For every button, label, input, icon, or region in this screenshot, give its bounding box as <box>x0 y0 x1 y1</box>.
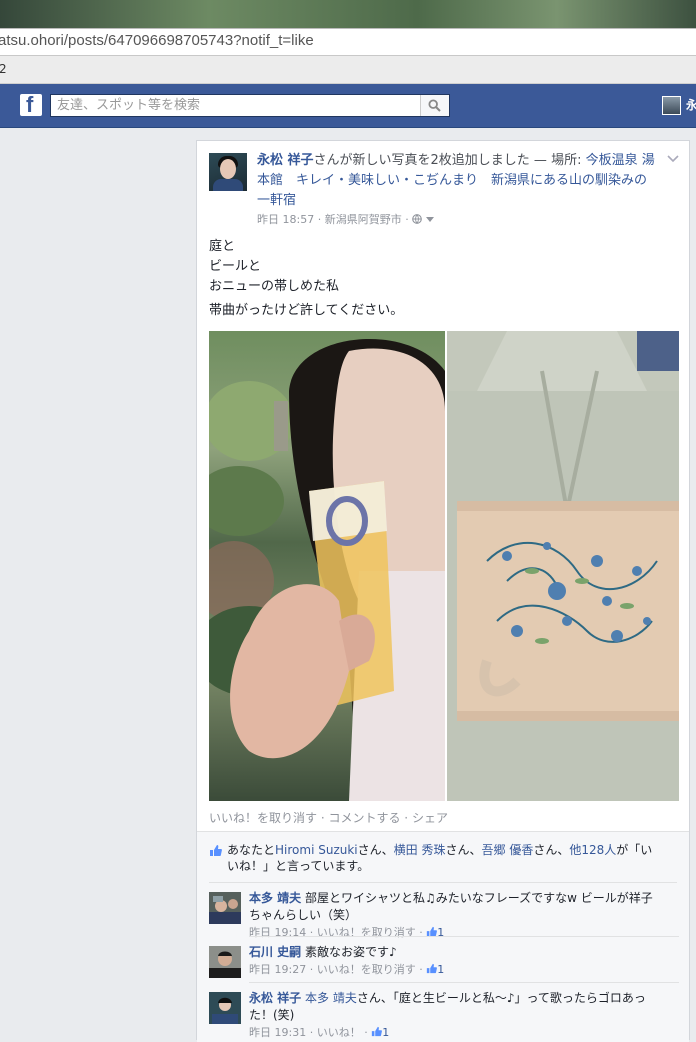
comment-text: 素敵なお姿です♪ <box>305 945 397 959</box>
globe-icon[interactable] <box>412 214 423 224</box>
post-text-line: ビールと <box>209 259 262 274</box>
search-box <box>50 94 450 117</box>
comment-like-count[interactable]: 1 <box>437 963 444 976</box>
divider <box>249 936 679 937</box>
browser-top-strip <box>0 0 696 28</box>
comment-unlike-link[interactable]: いいね！を取り消す <box>317 963 416 976</box>
thumbs-up-icon <box>372 1026 383 1037</box>
divider <box>209 882 677 883</box>
comment-like-count[interactable]: 1 <box>437 926 444 939</box>
comment-time[interactable]: 昨日 19:27 <box>249 963 306 976</box>
feedback-section: あなたとHiromi Suzukiさん、横田 秀珠さん、吾郷 優香さん、他128… <box>197 831 689 1042</box>
share-link[interactable]: シェア <box>412 811 448 825</box>
liker-name[interactable]: 横田 秀珠 <box>394 843 446 857</box>
post-text-line: おニューの帯しめた私 <box>209 279 340 294</box>
post-text-line: 庭と <box>209 239 236 254</box>
bookmark-bar: 2 <box>0 56 696 84</box>
comment-unlike-link[interactable]: いいね！を取り消す <box>317 926 416 939</box>
comment-text: 部屋とワイシャツと私♫みたいなフレーズですなw ビールが祥子ちゃんらしい（笑） <box>249 891 653 922</box>
photo-kimono-obi[interactable] <box>447 331 679 801</box>
commenter-avatar[interactable] <box>209 892 241 924</box>
comment-body: 本多 靖夫 部屋とワイシャツと私♫みたいなフレーズですなw ビールが祥子ちゃんら… <box>249 890 659 941</box>
post-options-icon[interactable] <box>667 155 679 163</box>
comment-body: 永松 祥子 本多 靖夫さん、「庭と生ビールと私〜♪」って歌ったらゴロあった！(笑… <box>249 990 659 1041</box>
facebook-top-bar: f 永 <box>0 84 696 128</box>
search-button[interactable] <box>420 95 449 116</box>
commenter-avatar[interactable] <box>209 946 241 978</box>
commenter-avatar[interactable] <box>209 992 241 1024</box>
author-avatar[interactable] <box>209 153 247 191</box>
liker-name[interactable]: Hiromi Suzuki <box>275 843 358 857</box>
post-time[interactable]: 昨日 18:57 <box>257 213 314 226</box>
post-card: 永松 祥子さんが新しい写真を2枚追加しました — 場所: 今板温泉 湯本館 キレ… <box>196 140 690 1042</box>
facebook-logo-icon[interactable]: f <box>20 92 42 117</box>
others-likers-link[interactable]: 他128人 <box>569 843 616 857</box>
tab-fragment[interactable]: 2 <box>0 62 7 76</box>
thumbs-up-icon <box>210 845 222 856</box>
commenter-name[interactable]: 本多 靖夫 <box>249 891 301 905</box>
author-name[interactable]: 永松 祥子 <box>257 153 314 168</box>
post-text-line: 帯曲がったけど許してください。 <box>209 303 404 318</box>
thumbs-up-icon <box>427 963 438 974</box>
likes-summary: あなたとHiromi Suzukiさん、横田 秀珠さん、吾郷 優香さん、他128… <box>209 842 659 874</box>
comment-meta: 昨日 19:27 · いいね！を取り消す · 1 <box>249 963 445 976</box>
post-actions: いいね！を取り消す · コメントする · シェア <box>209 811 448 825</box>
user-avatar[interactable] <box>662 96 681 115</box>
comment-time[interactable]: 昨日 19:14 <box>249 926 306 939</box>
commenter-name[interactable]: 石川 史嗣 <box>249 945 301 959</box>
chevron-down-icon[interactable] <box>425 217 434 223</box>
liker-name[interactable]: 吾郷 優香 <box>482 843 534 857</box>
post-location[interactable]: 新潟県阿賀野市 <box>325 213 402 226</box>
photo-selfie-illustration <box>209 338 445 801</box>
post-text: 庭と ビールと おニューの帯しめた私 帯曲がったけど許してください。 <box>209 237 403 321</box>
unlike-link[interactable]: いいね！を取り消す <box>209 811 317 825</box>
commenter-name[interactable]: 永松 祥子 <box>249 991 301 1005</box>
post-meta: 昨日 18:57 · 新潟県阿賀野市 · <box>257 211 434 227</box>
comment-meta: 昨日 19:14 · いいね！を取り消す · 1 <box>249 926 445 939</box>
user-name[interactable]: 永 <box>686 96 696 113</box>
photo-selfie-with-beer[interactable] <box>209 331 445 801</box>
comment-link[interactable]: コメントする <box>328 811 400 825</box>
post-header: 永松 祥子さんが新しい写真を2枚追加しました — 場所: 今板温泉 湯本館 キレ… <box>257 151 657 211</box>
comment-body: 石川 史嗣 素敵なお姿です♪ 昨日 19:27 · いいね！を取り消す · 1 <box>249 944 659 978</box>
divider <box>249 982 679 983</box>
search-icon <box>428 99 441 112</box>
photo-obi-illustration <box>447 331 679 801</box>
address-url[interactable]: atsu.ohori/posts/647096698705743?notif_t… <box>0 32 314 49</box>
post-action-text: さんが新しい写真を2枚追加しました — 場所: <box>313 153 586 168</box>
search-input[interactable] <box>51 95 421 116</box>
comment-mention[interactable]: 本多 靖夫 <box>305 991 357 1005</box>
address-bar[interactable]: atsu.ohori/posts/647096698705743?notif_t… <box>0 28 696 56</box>
